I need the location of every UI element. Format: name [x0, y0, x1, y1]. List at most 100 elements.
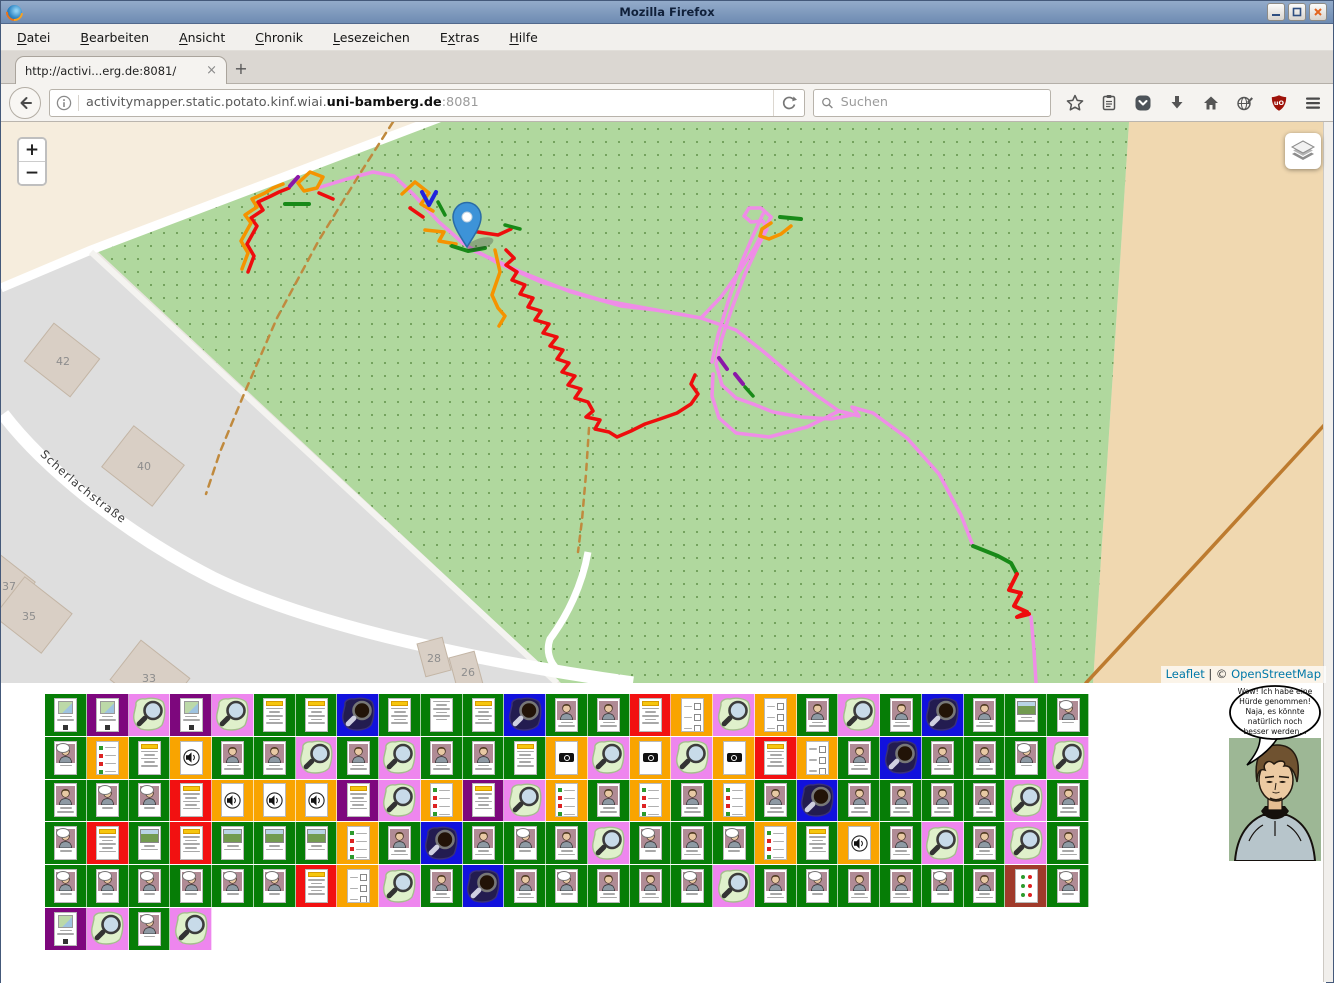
grid-tile-speaker[interactable] [170, 737, 212, 779]
osm-link[interactable]: OpenStreetMap [1231, 667, 1321, 681]
grid-tile-person[interactable] [546, 694, 588, 736]
grid-tile-person-speech[interactable] [1047, 865, 1089, 907]
grid-tile-person[interactable] [964, 694, 1006, 736]
ublock-shield-button[interactable]: uO [1267, 91, 1291, 115]
grid-tile-person[interactable] [212, 737, 254, 779]
grid-tile-card-yellow[interactable] [379, 694, 421, 736]
grid-tile-photo-card[interactable] [296, 822, 338, 864]
grid-tile-person[interactable] [755, 865, 797, 907]
grid-tile-person[interactable] [463, 737, 505, 779]
grid-tile-person-speech[interactable] [129, 908, 171, 950]
grid-tile-magnifier[interactable] [504, 780, 546, 822]
grid-tile-person[interactable] [964, 822, 1006, 864]
grid-tile-person[interactable] [421, 865, 463, 907]
grid-tile-magnifier[interactable] [1005, 780, 1047, 822]
grid-tile-magnifier-dark[interactable] [504, 694, 546, 736]
grid-tile-photo-card[interactable] [1005, 694, 1047, 736]
search-bar[interactable] [813, 89, 1051, 117]
grid-tile-card-yellow[interactable] [337, 780, 379, 822]
menu-item-lesezeichen[interactable]: Lesezeichen [325, 27, 418, 48]
grid-tile-card[interactable] [421, 694, 463, 736]
grid-tile-hearts[interactable] [1005, 865, 1047, 907]
grid-tile-person-speech[interactable] [87, 865, 129, 907]
downloads-button[interactable] [1165, 91, 1189, 115]
grid-tile-person[interactable] [504, 865, 546, 907]
grid-tile-person-speech[interactable] [45, 822, 87, 864]
menu-item-ansicht[interactable]: Ansicht [171, 27, 233, 48]
site-info-icon[interactable] [50, 95, 78, 111]
grid-tile-person-speech[interactable] [212, 865, 254, 907]
grid-tile-person-speech[interactable] [45, 865, 87, 907]
grid-tile-magnifier[interactable] [296, 737, 338, 779]
grid-tile-person[interactable] [671, 780, 713, 822]
grid-tile-checklist[interactable] [755, 822, 797, 864]
grid-tile-person-speech[interactable] [1047, 694, 1089, 736]
grid-tile-person[interactable] [588, 694, 630, 736]
grid-tile-card-yellow[interactable] [296, 865, 338, 907]
grid-tile-person-speech[interactable] [129, 780, 171, 822]
grid-tile-map-card[interactable] [170, 694, 212, 736]
grid-tile-card-yellow[interactable] [463, 780, 505, 822]
grid-tile-person[interactable] [838, 737, 880, 779]
grid-tile-card-yellow[interactable] [170, 822, 212, 864]
grid-tile-person[interactable] [588, 865, 630, 907]
hamburger-menu-button[interactable] [1301, 91, 1325, 115]
grid-tile-person[interactable] [838, 780, 880, 822]
grid-tile-person[interactable] [755, 780, 797, 822]
grid-tile-person-speech[interactable] [546, 865, 588, 907]
grid-tile-person-speech[interactable] [170, 865, 212, 907]
grid-tile-magnifier[interactable] [87, 908, 129, 950]
grid-tile-person[interactable] [964, 865, 1006, 907]
grid-tile-person[interactable] [671, 822, 713, 864]
grid-tile-form[interactable] [671, 694, 713, 736]
menu-item-datei[interactable]: Datei [9, 27, 58, 48]
leaflet-link[interactable]: Leaflet [1166, 667, 1205, 681]
grid-tile-magnifier[interactable] [212, 694, 254, 736]
grid-tile-magnifier[interactable] [713, 694, 755, 736]
grid-tile-magnifier-dark[interactable] [463, 865, 505, 907]
grid-tile-checklist[interactable] [337, 822, 379, 864]
map[interactable]: Scherlachstraße 42403735332826 + − [1, 122, 1326, 683]
grid-tile-magnifier-dark[interactable] [880, 737, 922, 779]
grid-tile-form[interactable] [755, 694, 797, 736]
grid-tile-person[interactable] [922, 737, 964, 779]
grid-tile-form[interactable] [797, 737, 839, 779]
grid-tile-person[interactable] [797, 694, 839, 736]
grid-tile-person[interactable] [630, 865, 672, 907]
grid-tile-checklist[interactable] [87, 737, 129, 779]
grid-tile-person[interactable] [546, 822, 588, 864]
grid-tile-camera[interactable] [546, 737, 588, 779]
grid-tile-person-speech[interactable] [713, 822, 755, 864]
menu-item-bearbeiten[interactable]: Bearbeiten [72, 27, 157, 48]
grid-tile-speaker[interactable] [254, 780, 296, 822]
grid-tile-checklist[interactable] [630, 780, 672, 822]
grid-tile-person[interactable] [838, 865, 880, 907]
reload-button[interactable] [773, 90, 804, 116]
grid-tile-magnifier[interactable] [838, 694, 880, 736]
url-bar[interactable]: activitymapper.static.potato.kinf.wiai.u… [49, 89, 805, 117]
grid-tile-person-speech[interactable] [797, 865, 839, 907]
grid-tile-photo-card[interactable] [212, 822, 254, 864]
zoom-in-button[interactable]: + [19, 139, 45, 161]
grid-tile-person[interactable] [964, 780, 1006, 822]
grid-tile-checklist[interactable] [421, 780, 463, 822]
reading-list-button[interactable] [1097, 91, 1121, 115]
grid-tile-person[interactable] [1047, 822, 1089, 864]
search-input[interactable] [839, 94, 1043, 111]
menu-item-extras[interactable]: Extras [432, 27, 488, 48]
close-button[interactable] [1309, 3, 1327, 21]
grid-tile-magnifier-dark[interactable] [337, 694, 379, 736]
maximize-button[interactable] [1288, 3, 1306, 21]
minimize-button[interactable] [1267, 3, 1285, 21]
grid-tile-map-card[interactable] [45, 908, 87, 950]
grid-tile-magnifier[interactable] [588, 822, 630, 864]
grid-tile-person[interactable] [45, 780, 87, 822]
tab-close-icon[interactable]: × [206, 64, 217, 77]
grid-tile-speaker[interactable] [296, 780, 338, 822]
grid-tile-person[interactable] [421, 737, 463, 779]
grid-tile-card-yellow[interactable] [170, 780, 212, 822]
grid-tile-magnifier-dark[interactable] [922, 694, 964, 736]
grid-tile-checklist[interactable] [546, 780, 588, 822]
grid-tile-photo-card[interactable] [129, 822, 171, 864]
back-button[interactable] [9, 87, 41, 119]
